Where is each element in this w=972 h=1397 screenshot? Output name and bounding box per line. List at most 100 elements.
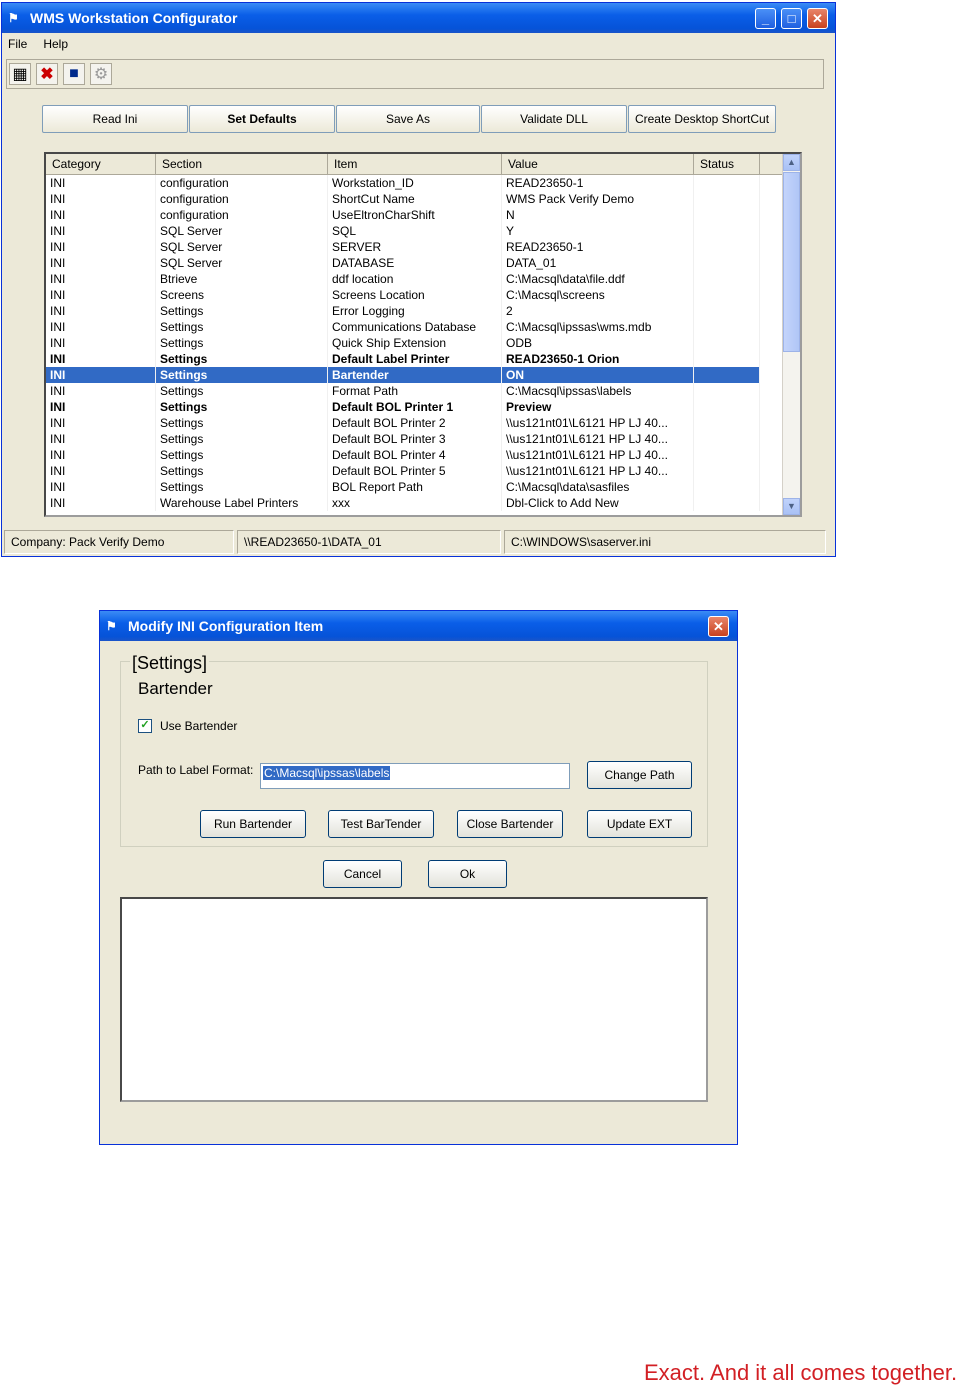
ok-button[interactable]: Ok bbox=[428, 860, 507, 888]
path-input[interactable]: C:\Macsql\ipssas\labels bbox=[260, 763, 570, 789]
checkmark-icon[interactable]: ✓ bbox=[138, 719, 152, 733]
validate-dll-button[interactable]: Validate DLL bbox=[481, 105, 627, 133]
close-bartender-button[interactable]: Close Bartender bbox=[457, 810, 563, 838]
maximize-button[interactable]: □ bbox=[781, 8, 802, 29]
grid-icon[interactable]: ▦ bbox=[9, 63, 31, 85]
cell-status bbox=[694, 367, 760, 383]
save-as-button[interactable]: Save As bbox=[336, 105, 480, 133]
cell-section: Settings bbox=[156, 463, 328, 479]
cell-value: Preview bbox=[502, 399, 694, 415]
table-row[interactable]: INI SQL Server DATABASE DATA_01 bbox=[46, 255, 800, 271]
cell-category: INI bbox=[46, 479, 156, 495]
create-shortcut-button[interactable]: Create Desktop ShortCut bbox=[628, 105, 776, 133]
cancel-button[interactable]: Cancel bbox=[323, 860, 402, 888]
gear-icon[interactable]: ⚙ bbox=[90, 63, 112, 85]
cell-value: DATA_01 bbox=[502, 255, 694, 271]
output-textarea[interactable] bbox=[120, 897, 708, 1102]
cell-section: SQL Server bbox=[156, 255, 328, 271]
use-bartender-checkbox[interactable]: ✓ Use Bartender bbox=[138, 719, 237, 733]
table-row[interactable]: INI Settings Default BOL Printer 3 \\us121n… bbox=[46, 431, 800, 447]
cell-status bbox=[694, 287, 760, 303]
change-path-button[interactable]: Change Path bbox=[587, 761, 692, 789]
table-row[interactable]: INI Settings Default Label Printer READ2365… bbox=[46, 351, 800, 367]
path-value: C:\Macsql\ipssas\labels bbox=[263, 766, 391, 780]
cell-status bbox=[694, 479, 760, 495]
grid-scrollbar[interactable]: ▲ ▼ bbox=[782, 154, 800, 515]
table-row[interactable]: INI Settings Default BOL Printer 5 \\us121n… bbox=[46, 463, 800, 479]
column-value[interactable]: Value bbox=[502, 154, 694, 174]
table-row[interactable]: INI Settings Error Logging 2 bbox=[46, 303, 800, 319]
minimize-button[interactable]: _ bbox=[755, 8, 776, 29]
cell-value: C:\Macsql\data\sasfiles bbox=[502, 479, 694, 495]
cell-item: Workstation_ID bbox=[328, 175, 502, 191]
table-row[interactable]: INI configuration UseEltronCharShift N bbox=[46, 207, 800, 223]
cell-section: Settings bbox=[156, 367, 328, 383]
cell-item: Default BOL Printer 5 bbox=[328, 463, 502, 479]
menu-help[interactable]: Help bbox=[43, 37, 68, 51]
table-row[interactable]: INI configuration Workstation_ID READ23650-… bbox=[46, 175, 800, 191]
cell-item: Quick Ship Extension bbox=[328, 335, 502, 351]
cell-value: Dbl-Click to Add New bbox=[502, 495, 694, 511]
cell-status bbox=[694, 495, 760, 511]
cell-value: 2 bbox=[502, 303, 694, 319]
table-row[interactable]: INI Settings Default BOL Printer 4 \\us121n… bbox=[46, 447, 800, 463]
cell-value: ODB bbox=[502, 335, 694, 351]
test-bartender-button[interactable]: Test BarTender bbox=[328, 810, 434, 838]
cell-section: configuration bbox=[156, 191, 328, 207]
cell-status bbox=[694, 303, 760, 319]
table-row[interactable]: INI Settings Default BOL Printer 1 Preview bbox=[46, 399, 800, 415]
cell-value: ON bbox=[502, 367, 694, 383]
cell-category: INI bbox=[46, 431, 156, 447]
table-row[interactable]: INI Settings Quick Ship Extension ODB bbox=[46, 335, 800, 351]
table-row[interactable]: INI configuration ShortCut Name WMS Pack Ve… bbox=[46, 191, 800, 207]
table-row[interactable]: INI Settings Default BOL Printer 2 \\us121n… bbox=[46, 415, 800, 431]
cell-section: Screens bbox=[156, 287, 328, 303]
scroll-up-icon[interactable]: ▲ bbox=[783, 154, 800, 171]
table-row[interactable]: INI Settings Format Path C:\Macsql\ipssas\l… bbox=[46, 383, 800, 399]
cell-status bbox=[694, 223, 760, 239]
cell-category: INI bbox=[46, 415, 156, 431]
main-window: ⚑ WMS Workstation Configurator _ □ ✕ Fil… bbox=[1, 2, 836, 557]
table-row[interactable]: INI Btrieve ddf location C:\Macsql\data\fil… bbox=[46, 271, 800, 287]
delete-x-icon[interactable]: ✖ bbox=[36, 63, 58, 85]
column-section[interactable]: Section bbox=[156, 154, 328, 174]
table-row[interactable]: INI SQL Server SERVER READ23650-1 bbox=[46, 239, 800, 255]
table-row[interactable]: INI Settings Bartender ON bbox=[46, 367, 800, 383]
cell-item: DATABASE bbox=[328, 255, 502, 271]
cell-item: Screens Location bbox=[328, 287, 502, 303]
cell-value: \\us121nt01\L6121 HP LJ 40... bbox=[502, 463, 694, 479]
cell-value: C:\Macsql\data\file.ddf bbox=[502, 271, 694, 287]
modify-dialog: ⚑ Modify INI Configuration Item ✕ [Setti… bbox=[99, 610, 738, 1145]
table-row[interactable]: INI Settings Communications Database C:\Mac… bbox=[46, 319, 800, 335]
column-status[interactable]: Status bbox=[694, 154, 760, 174]
close-button[interactable]: ✕ bbox=[807, 8, 828, 29]
column-category[interactable]: Category bbox=[46, 154, 156, 174]
scroll-down-icon[interactable]: ▼ bbox=[783, 498, 800, 515]
cell-status bbox=[694, 351, 760, 367]
section-label: [Settings] bbox=[130, 653, 210, 674]
run-bartender-button[interactable]: Run Bartender bbox=[200, 810, 306, 838]
dialog-close-button[interactable]: ✕ bbox=[708, 616, 729, 637]
cell-status bbox=[694, 207, 760, 223]
menu-file[interactable]: File bbox=[8, 37, 27, 51]
cell-category: INI bbox=[46, 335, 156, 351]
read-ini-button[interactable]: Read Ini bbox=[42, 105, 188, 133]
table-row[interactable]: INI SQL Server SQL Y bbox=[46, 223, 800, 239]
cell-status bbox=[694, 463, 760, 479]
app-icon: ⚑ bbox=[8, 11, 19, 25]
table-row[interactable]: INI Screens Screens Location C:\Macsql\scre… bbox=[46, 287, 800, 303]
update-ext-button[interactable]: Update EXT bbox=[587, 810, 692, 838]
cell-category: INI bbox=[46, 303, 156, 319]
save-disk-icon[interactable]: ■ bbox=[63, 63, 85, 85]
cell-section: Settings bbox=[156, 399, 328, 415]
table-row[interactable]: INI Settings BOL Report Path C:\Macsql\data… bbox=[46, 479, 800, 495]
set-defaults-button[interactable]: Set Defaults bbox=[189, 105, 335, 133]
column-item[interactable]: Item bbox=[328, 154, 502, 174]
table-row[interactable]: INI Warehouse Label Printers xxx Dbl-Click … bbox=[46, 495, 800, 511]
cell-category: INI bbox=[46, 351, 156, 367]
cell-status bbox=[694, 255, 760, 271]
cell-category: INI bbox=[46, 463, 156, 479]
cell-category: INI bbox=[46, 399, 156, 415]
scroll-thumb[interactable] bbox=[783, 172, 800, 352]
cell-value: READ23650-1 bbox=[502, 175, 694, 191]
